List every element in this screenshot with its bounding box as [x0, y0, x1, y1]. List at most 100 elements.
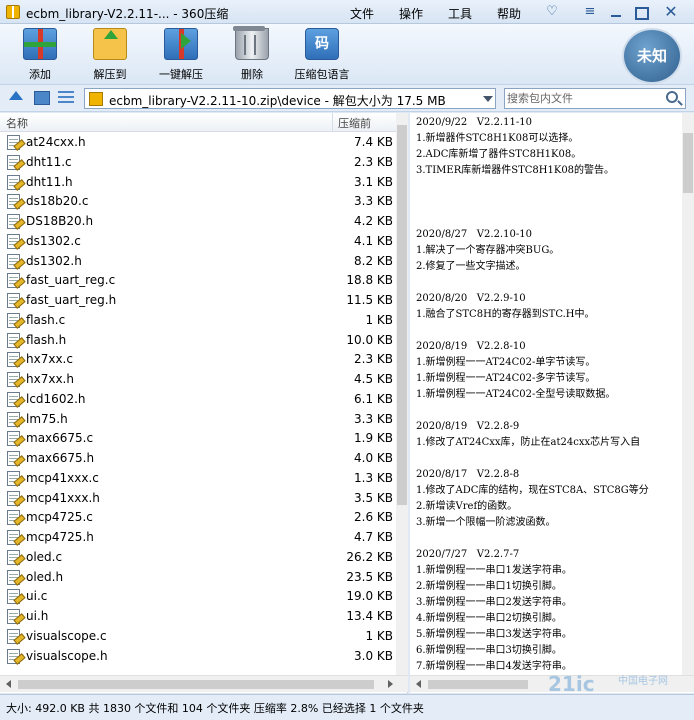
security-status-badge[interactable]: 未知: [622, 28, 682, 84]
delete-button[interactable]: 删除: [232, 26, 272, 82]
file-row[interactable]: lcd1602.h 6.1 KB: [0, 390, 396, 410]
horizontal-scrollbar[interactable]: [0, 675, 408, 692]
source-file-icon: [7, 451, 20, 466]
scrollbar-thumb[interactable]: [683, 133, 693, 193]
one-click-extract-button[interactable]: 一键解压: [154, 28, 208, 82]
search-input[interactable]: [507, 90, 663, 107]
source-file-icon: [7, 352, 20, 368]
file-row[interactable]: oled.h 23.5 KB: [0, 568, 396, 588]
source-file-icon: [7, 194, 20, 210]
extract-folder-icon: [93, 28, 127, 60]
shirt-skin-icon[interactable]: ♡: [544, 4, 560, 20]
file-row[interactable]: visualscope.c 1 KB: [0, 627, 396, 647]
preview-line: 1.修改了ADC库的结构，现在STC8A、STC8G等分: [416, 485, 649, 496]
file-row[interactable]: lm75.h 3.3 KB: [0, 410, 396, 430]
file-size: 7.4 KB: [354, 135, 393, 149]
file-row[interactable]: fast_uart_reg.c 18.8 KB: [0, 271, 396, 291]
scrollbar-thumb[interactable]: [18, 680, 374, 689]
file-size: 4.0 KB: [354, 451, 393, 465]
column-header-size[interactable]: 压缩前: [338, 115, 371, 131]
menu-lines-icon[interactable]: ≡: [582, 4, 598, 20]
file-row[interactable]: ui.h 13.4 KB: [0, 607, 396, 627]
menu-help[interactable]: 帮助: [497, 5, 521, 22]
file-name: mcp4725.c: [26, 510, 93, 525]
file-name: flash.h: [26, 332, 67, 347]
vertical-scrollbar[interactable]: [682, 113, 694, 675]
file-size: 26.2 KB: [346, 549, 393, 564]
file-row[interactable]: at24cxx.h 7.4 KB: [0, 133, 396, 153]
scroll-right-arrow-icon[interactable]: [388, 680, 397, 688]
file-size: 4.7 KB: [354, 530, 393, 544]
search-box[interactable]: [504, 88, 686, 109]
preview-line: 2020/8/27 V2.2.10-10: [416, 229, 532, 240]
add-button[interactable]: 添加: [20, 28, 60, 82]
scrollbar-thumb[interactable]: [397, 125, 407, 505]
toolbar: 添加 解压到 一键解压 删除 码 压缩包语言: [0, 24, 694, 84]
window-title: ecbm_library-V2.2.11-... - 360压缩: [26, 7, 229, 21]
file-row[interactable]: hx7xx.h 4.5 KB: [0, 370, 396, 390]
file-row[interactable]: mcp41xxx.h 3.5 KB: [0, 489, 396, 509]
source-file-icon: [7, 609, 20, 624]
file-row[interactable]: mcp41xxx.c 1.3 KB: [0, 469, 396, 489]
file-row[interactable]: hx7xx.c 2.3 KB: [0, 350, 396, 370]
file-size: 1.3 KB: [354, 470, 393, 485]
file-row[interactable]: max6675.c 1.9 KB: [0, 429, 396, 449]
minimize-button[interactable]: [608, 4, 624, 20]
file-row[interactable]: dht11.h 3.1 KB: [0, 173, 396, 193]
file-row[interactable]: ui.c 19.0 KB: [0, 587, 396, 607]
file-row[interactable]: mcp4725.c 2.6 KB: [0, 508, 396, 528]
file-row[interactable]: visualscope.h 3.0 KB: [0, 647, 396, 667]
list-view-icon[interactable]: [58, 91, 74, 105]
source-file-icon: [7, 214, 20, 229]
source-file-icon: [7, 470, 20, 486]
file-row[interactable]: flash.h 10.0 KB: [0, 331, 396, 351]
file-row[interactable]: fast_uart_reg.h 11.5 KB: [0, 291, 396, 311]
path-field[interactable]: ecbm_library-V2.2.11-10.zip\device - 解包大…: [84, 88, 496, 109]
maximize-button[interactable]: [632, 4, 649, 20]
up-arrow-icon[interactable]: [8, 90, 24, 106]
preview-line: 2020/8/19 V2.2.8-9: [416, 421, 520, 432]
file-name: flash.c: [26, 312, 66, 327]
vertical-scrollbar[interactable]: [396, 113, 408, 675]
menu-operate[interactable]: 操作: [399, 5, 423, 22]
file-size: 2.6 KB: [354, 510, 393, 525]
file-row[interactable]: max6675.h 4.0 KB: [0, 449, 396, 469]
file-row[interactable]: mcp4725.h 4.7 KB: [0, 528, 396, 548]
search-icon[interactable]: [666, 91, 678, 103]
extract-to-button[interactable]: 解压到: [88, 28, 132, 82]
preview-line: 4.新增例程一一串口2切换引脚。: [416, 613, 562, 624]
preview-text[interactable]: 2020/9/22 V2.2.11-10 1.新增器件STC8H1K08可以选择。…: [416, 115, 682, 673]
column-divider[interactable]: [332, 113, 333, 132]
file-row[interactable]: ds1302.c 4.1 KB: [0, 232, 396, 252]
file-row[interactable]: ds18b20.c 3.3 KB: [0, 192, 396, 212]
column-header-name[interactable]: 名称: [6, 115, 28, 131]
preview-line: 2020/7/27 V2.2.7-7: [416, 549, 520, 560]
file-row[interactable]: DS18B20.h 4.2 KB: [0, 212, 396, 232]
source-file-icon: [7, 293, 20, 308]
watermark-logo: 21ic: [548, 672, 595, 696]
file-size: 3.5 KB: [354, 490, 393, 505]
menu-tools[interactable]: 工具: [448, 5, 472, 22]
close-button[interactable]: ✕: [660, 2, 682, 21]
file-name: oled.c: [26, 549, 63, 564]
scroll-left-arrow-icon[interactable]: [2, 680, 11, 688]
source-file-icon: [7, 648, 20, 664]
file-name: lcd1602.h: [26, 391, 86, 406]
file-row[interactable]: dht11.c 2.3 KB: [0, 153, 396, 173]
scrollbar-thumb[interactable]: [428, 680, 528, 689]
chevron-down-icon[interactable]: [483, 96, 493, 107]
file-size: 1.9 KB: [354, 431, 393, 446]
file-size: 2.3 KB: [354, 154, 393, 169]
file-row[interactable]: flash.c 1 KB: [0, 311, 396, 331]
scroll-left-arrow-icon[interactable]: [412, 680, 421, 688]
compress-language-button[interactable]: 码 压缩包语言: [290, 28, 354, 82]
file-name: fast_uart_reg.c: [26, 273, 116, 288]
status-text: 大小: 492.0 KB 共 1830 个文件和 104 个文件夹 压缩率 2.…: [6, 702, 424, 715]
preview-line: 2.修复了一些文字描述。: [416, 261, 526, 272]
file-row[interactable]: oled.c 26.2 KB: [0, 548, 396, 568]
thumbnail-view-icon[interactable]: [34, 91, 50, 105]
add-archive-icon: [23, 28, 57, 60]
preview-line: [416, 211, 682, 227]
menu-file[interactable]: 文件: [350, 5, 374, 22]
file-row[interactable]: ds1302.h 8.2 KB: [0, 252, 396, 272]
